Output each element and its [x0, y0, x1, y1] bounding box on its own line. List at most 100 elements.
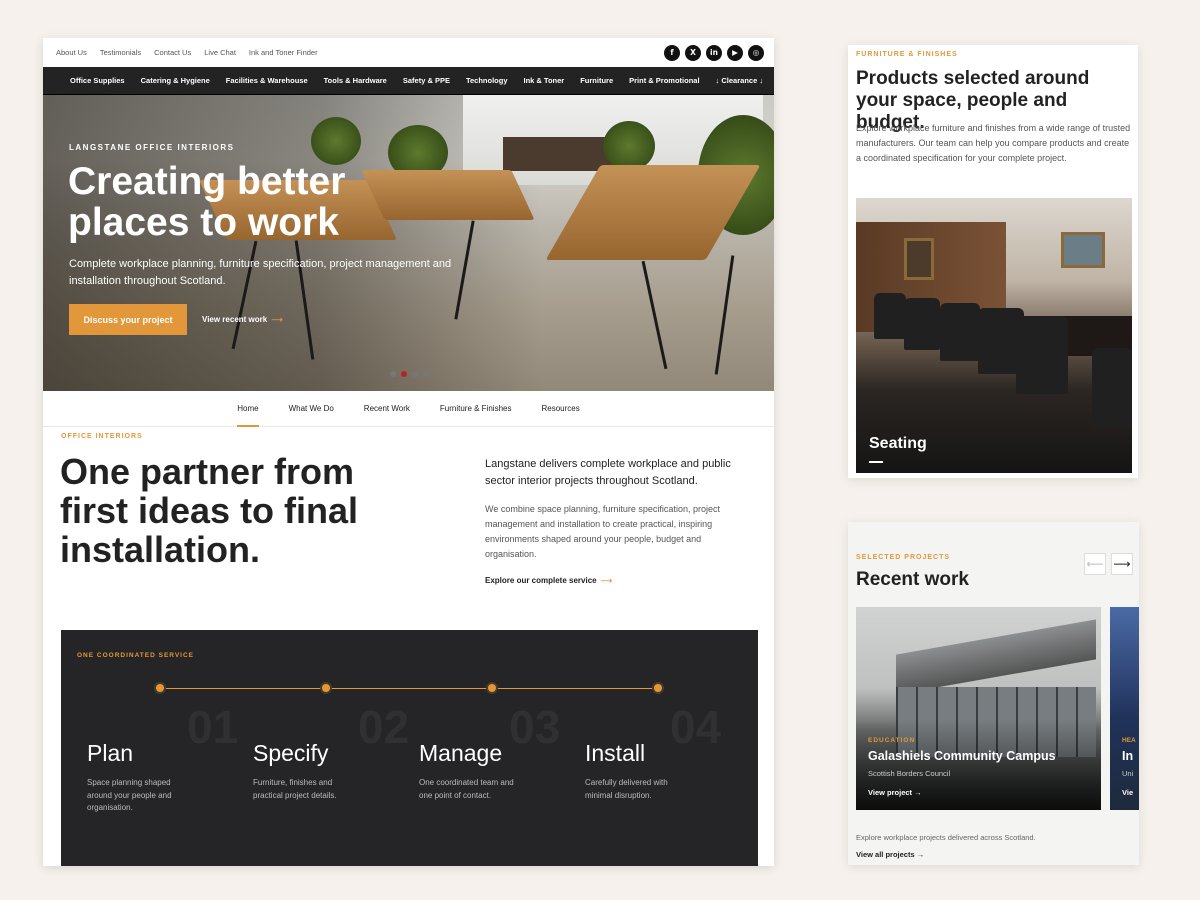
step-desc: One coordinated team and one point of co… — [419, 778, 514, 800]
caption-underline — [869, 461, 883, 463]
subnav-resources[interactable]: Resources — [541, 391, 579, 427]
view-project-link[interactable]: View project → — [868, 788, 922, 797]
carousel-dot-active[interactable] — [401, 371, 407, 377]
hero-photo-plant — [603, 121, 655, 171]
nav-office-supplies[interactable]: Office Supplies — [70, 76, 125, 85]
instagram-icon[interactable]: ◎ — [748, 44, 764, 61]
discuss-project-button[interactable]: Discuss your project — [69, 304, 187, 335]
util-link-contact[interactable]: Contact Us — [154, 48, 191, 57]
intro-title: One partner from first ideas to final in… — [60, 451, 359, 570]
office-chair — [940, 303, 980, 361]
util-link-live-chat[interactable]: Live Chat — [204, 48, 236, 57]
project-client: Scottish Borders Council — [868, 769, 951, 778]
office-chair — [904, 298, 940, 350]
timeline-node — [156, 684, 164, 692]
project-card-partial[interactable] — [1110, 607, 1139, 810]
section-subnav: Home What We Do Recent Work Furniture & … — [43, 391, 774, 427]
carousel-prev-button[interactable]: ⟵ — [1084, 553, 1106, 575]
nav-facilities-warehouse[interactable]: Facilities & Warehouse — [226, 76, 308, 85]
project-card[interactable]: EDUCATION Galashiels Community Campus Sc… — [856, 607, 1101, 810]
recent-work-panel: SELECTED PROJECTS Recent work ⟵ ⟶ EDUCAT… — [848, 522, 1139, 865]
project-title: Galashiels Community Campus — [868, 749, 1056, 763]
explore-service-label: Explore our complete service — [485, 576, 597, 585]
timeline-node — [654, 684, 662, 692]
nav-furniture[interactable]: Furniture — [580, 76, 613, 85]
step-desc: Furniture, finishes and practical projec… — [253, 778, 337, 800]
building-roof — [896, 619, 1096, 695]
project-category: HEA — [1122, 737, 1136, 744]
hero-banner: LANGSTANE OFFICE INTERIORS Creating bett… — [43, 95, 774, 391]
hero-kicker: LANGSTANE OFFICE INTERIORS — [69, 143, 235, 152]
youtube-icon[interactable]: ▶ — [727, 44, 743, 61]
wall-painting — [1061, 232, 1105, 268]
carousel-dots — [390, 371, 429, 377]
util-link-testimonials[interactable]: Testimonials — [100, 48, 141, 57]
carousel-next-button[interactable]: ⟶ — [1111, 553, 1133, 575]
carousel-dot[interactable] — [412, 371, 418, 377]
subnav-home[interactable]: Home — [237, 391, 259, 427]
x-icon[interactable]: X — [685, 44, 701, 61]
wall-portrait — [904, 238, 934, 280]
intro-section: OFFICE INTERIORS One partner from first … — [43, 427, 774, 629]
service-kicker: ONE COORDINATED SERVICE — [77, 652, 195, 659]
hero-photo-reception-desk — [503, 137, 613, 171]
furniture-body: Explore workplace furniture and finishes… — [856, 123, 1131, 163]
office-chair — [1092, 348, 1132, 428]
nav-tools-hardware[interactable]: Tools & Hardware — [324, 76, 387, 85]
step-title: Specify — [253, 740, 329, 766]
step-desc: Space planning shaped around your people… — [87, 778, 172, 812]
step-desc: Carefully delivered with minimal disrupt… — [585, 778, 668, 800]
nav-ink-toner[interactable]: Ink & Toner — [524, 76, 565, 85]
nav-print-promotional[interactable]: Print & Promotional — [629, 76, 699, 85]
main-site-preview: About Us Testimonials Contact Us Live Ch… — [43, 38, 774, 866]
service-timeline — [159, 688, 659, 689]
arrow-right-icon: ⟶ — [271, 315, 283, 324]
utility-bar: About Us Testimonials Contact Us Live Ch… — [43, 38, 774, 67]
intro-body: We combine space planning, furniture spe… — [485, 504, 720, 559]
arrow-right-icon: ⟶ — [600, 576, 613, 585]
util-link-ink-finder[interactable]: Ink and Toner Finder — [249, 48, 318, 57]
service-step-manage: 03 Manage One coordinated team and one p… — [419, 701, 579, 802]
seating-caption: Seating — [869, 435, 927, 452]
carousel-dot[interactable] — [423, 371, 429, 377]
carousel-dot[interactable] — [390, 371, 396, 377]
intro-kicker: OFFICE INTERIORS — [61, 433, 143, 440]
nav-clearance[interactable]: ↓ Clearance ↓ — [716, 76, 764, 85]
social-links: f X in ▶ ◎ — [664, 44, 764, 61]
linkedin-icon[interactable]: in — [706, 44, 722, 61]
view-project-link[interactable]: Vie — [1122, 788, 1133, 797]
seating-category-card[interactable]: Seating — [856, 198, 1132, 473]
step-title: Plan — [87, 740, 134, 766]
coordinated-service-section: ONE COORDINATED SERVICE 01 Plan Space pl… — [61, 630, 758, 866]
view-recent-work-link[interactable]: View recent work ⟶ — [202, 315, 283, 324]
subnav-what-we-do[interactable]: What We Do — [289, 391, 334, 427]
explore-service-link[interactable]: Explore our complete service ⟶ — [485, 576, 612, 585]
office-chair — [1016, 316, 1068, 394]
hero-subtitle: Complete workplace planning, furniture s… — [69, 258, 452, 287]
service-step-plan: 01 Plan Space planning shaped around you… — [87, 701, 247, 815]
hero-photo-chair-leg — [714, 255, 735, 375]
facebook-icon[interactable]: f — [664, 44, 680, 61]
hero-photo-chair-leg — [641, 260, 668, 370]
furniture-finishes-panel: FURNITURE & FINISHES Products selected a… — [848, 45, 1138, 478]
nav-safety-ppe[interactable]: Safety & PPE — [403, 76, 450, 85]
recent-title: Recent work — [856, 569, 969, 590]
nav-catering-hygiene[interactable]: Catering & Hygiene — [141, 76, 210, 85]
office-chair — [874, 293, 906, 339]
recent-footer-text: Explore workplace projects delivered acr… — [856, 833, 1036, 842]
nav-technology[interactable]: Technology — [466, 76, 508, 85]
timeline-node — [488, 684, 496, 692]
step-title: Install — [585, 740, 646, 766]
subnav-furniture-finishes[interactable]: Furniture & Finishes — [440, 391, 512, 427]
furniture-kicker: FURNITURE & FINISHES — [856, 51, 958, 58]
view-recent-work-label: View recent work — [202, 315, 268, 324]
hero-photo-plant — [311, 117, 361, 165]
service-step-install: 04 Install Carefully delivered with mini… — [585, 701, 745, 802]
subnav-recent-work[interactable]: Recent Work — [364, 391, 410, 427]
util-link-about[interactable]: About Us — [56, 48, 87, 57]
view-all-projects-link[interactable]: View all projects → — [856, 850, 924, 859]
main-navigation: Office Supplies Catering & Hygiene Facil… — [43, 67, 774, 95]
project-category: EDUCATION — [868, 737, 916, 744]
project-title: In — [1122, 749, 1134, 763]
step-title: Manage — [419, 740, 503, 766]
